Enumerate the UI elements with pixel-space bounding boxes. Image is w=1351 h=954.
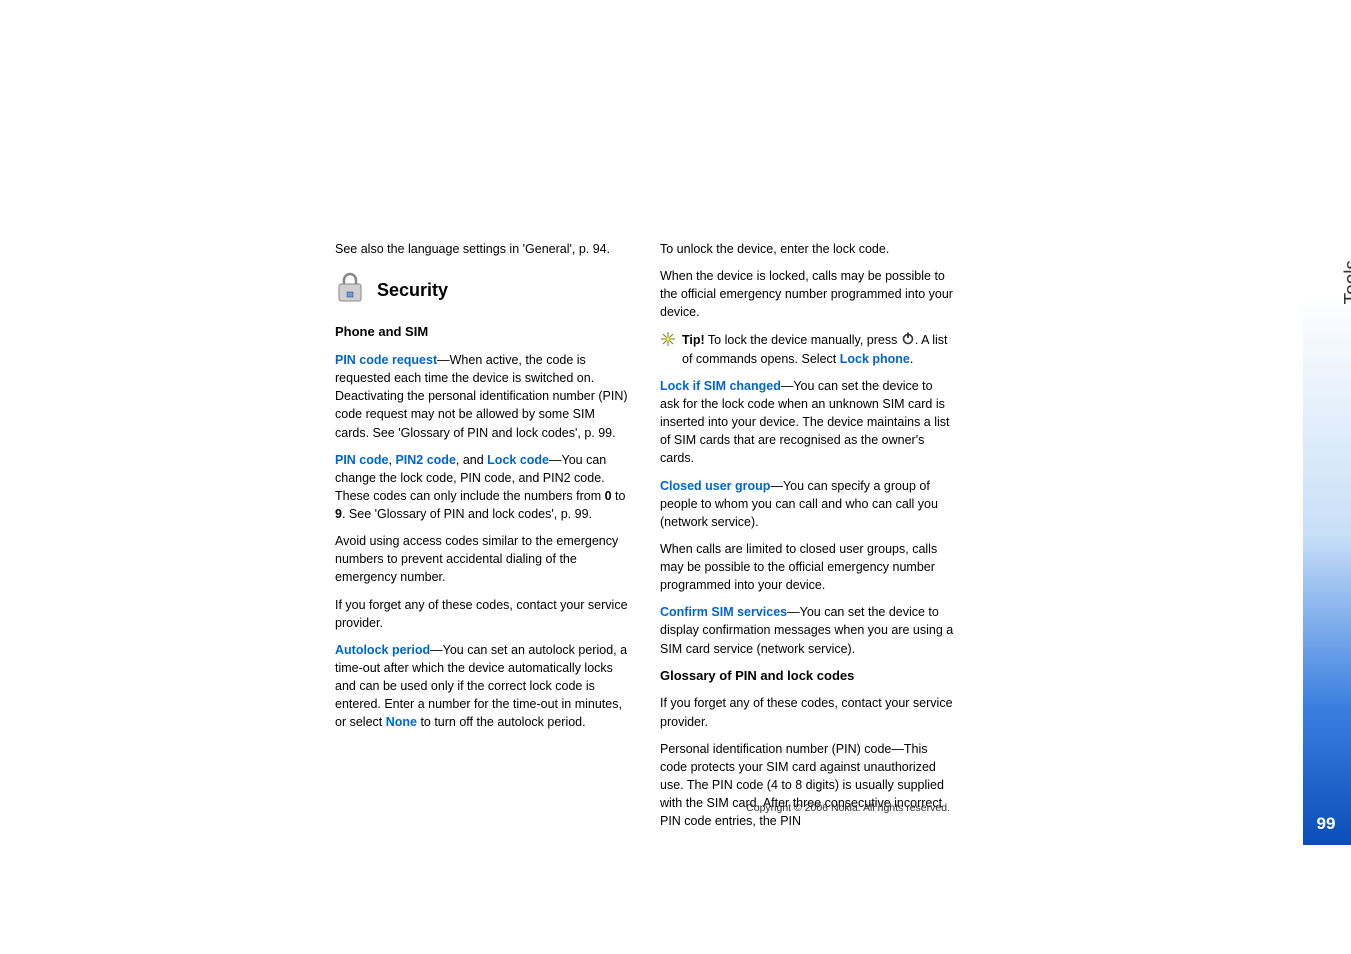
forget-codes-para: If you forget any of these codes, contac…: [335, 596, 630, 632]
tip-label: Tip!: [682, 333, 705, 347]
closed-group-note: When calls are limited to closed user gr…: [660, 540, 955, 594]
security-heading-row: Security: [335, 270, 630, 309]
closed-group-para: Closed user group—You can specify a grou…: [660, 477, 955, 531]
copyright-footer: Copyright © 2006 Nokia. All rights reser…: [650, 802, 950, 814]
tip-lock-phone: Lock phone: [840, 352, 910, 366]
closed-group-label: Closed user group: [660, 479, 770, 493]
autolock-none: None: [386, 715, 417, 729]
section-tab-label: Tools: [1341, 260, 1351, 304]
security-heading: Security: [377, 277, 448, 303]
lock-icon: [335, 270, 365, 309]
to: to: [612, 489, 626, 503]
tip-star-icon: [660, 331, 676, 368]
pin2-code-label: PIN2 code: [395, 453, 455, 467]
lock-sim-para: Lock if SIM changed—You can set the devi…: [660, 377, 955, 468]
tip-period: .: [910, 352, 913, 366]
phone-sim-heading: Phone and SIM: [335, 323, 630, 342]
codes-para: PIN code, PIN2 code, and Lock code—You c…: [335, 451, 630, 524]
avoid-emergency-para: Avoid using access codes similar to the …: [335, 532, 630, 586]
glossary-forget: If you forget any of these codes, contac…: [660, 694, 955, 730]
autolock-para: Autolock period—You can set an autolock …: [335, 641, 630, 732]
tip-row: Tip! To lock the device manually, press …: [660, 331, 955, 368]
power-icon: [901, 331, 915, 350]
lang-settings-ref: See also the language settings in 'Gener…: [335, 240, 630, 258]
locked-calls-para: When the device is locked, calls may be …: [660, 267, 955, 321]
nine: 9: [335, 507, 342, 521]
lock-sim-label: Lock if SIM changed: [660, 379, 781, 393]
autolock-label: Autolock period: [335, 643, 430, 657]
sep2: , and: [456, 453, 487, 467]
confirm-sim-label: Confirm SIM services: [660, 605, 787, 619]
codes-tail2: . See 'Glossary of PIN and lock codes', …: [342, 507, 592, 521]
lock-code-label: Lock code: [487, 453, 549, 467]
zero: 0: [605, 489, 612, 503]
pin-code-request-para: PIN code request—When active, the code i…: [335, 351, 630, 442]
side-tab-gradient: [1303, 155, 1351, 845]
tip-text: Tip! To lock the device manually, press …: [682, 331, 955, 368]
page-content: See also the language settings in 'Gener…: [335, 240, 955, 839]
right-column: To unlock the device, enter the lock cod…: [660, 240, 955, 839]
confirm-sim-para: Confirm SIM services—You can set the dev…: [660, 603, 955, 657]
autolock-text2: to turn off the autolock period.: [417, 715, 586, 729]
glossary-heading: Glossary of PIN and lock codes: [660, 667, 955, 686]
pin-code-request-label: PIN code request: [335, 353, 437, 367]
pin-code-label: PIN code: [335, 453, 389, 467]
left-column: See also the language settings in 'Gener…: [335, 240, 630, 839]
unlock-para: To unlock the device, enter the lock cod…: [660, 240, 955, 258]
tip-text1: To lock the device manually, press: [705, 333, 901, 347]
pin-description: Personal identification number (PIN) cod…: [660, 740, 955, 831]
page-number: 99: [1311, 814, 1341, 834]
